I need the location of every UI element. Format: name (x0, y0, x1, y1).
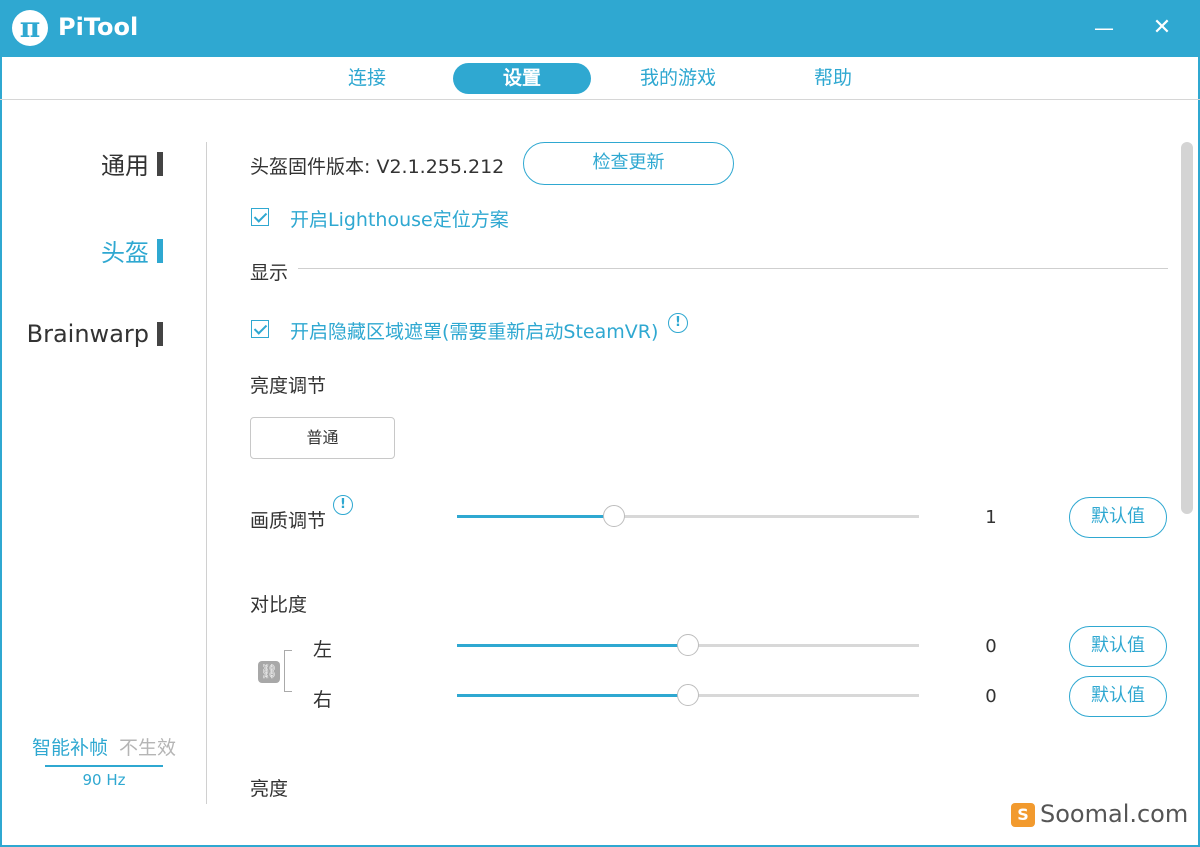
sidebar-item-general[interactable]: 通用 (101, 146, 163, 181)
minimize-button[interactable]: — (1084, 10, 1124, 46)
hidden-area-mask-checkbox[interactable] (251, 320, 269, 338)
frame-interp-label[interactable]: 智能补帧 (32, 733, 108, 760)
soomal-logo-icon: S (1011, 803, 1035, 827)
slider-thumb[interactable] (677, 684, 699, 706)
contrast-right-slider[interactable] (457, 684, 919, 706)
contrast-left-default-button[interactable]: 默认值 (1069, 626, 1167, 667)
contrast-right-default-button[interactable]: 默认值 (1069, 676, 1167, 717)
sidebar-marker (157, 151, 163, 176)
sidebar-item-brainwarp[interactable]: Brainwarp (27, 320, 163, 348)
sidebar-divider (206, 142, 207, 804)
lighthouse-checkbox[interactable] (251, 208, 269, 226)
contrast-right-value: 0 (985, 686, 997, 707)
info-icon[interactable]: ! (333, 495, 353, 515)
tab-connect[interactable]: 连接 (317, 63, 417, 94)
contrast-left-slider[interactable] (457, 634, 919, 656)
frame-interp-status: 不生效 (119, 737, 177, 759)
tab-my-games[interactable]: 我的游戏 (618, 63, 738, 94)
slider-fill (457, 694, 688, 697)
info-icon[interactable]: ! (668, 313, 688, 333)
sidebar-item-label: 头盔 (101, 239, 149, 267)
refresh-rate: 90 Hz (82, 771, 126, 789)
brightness-label: 亮度 (250, 778, 289, 800)
brightness-adjust-label: 亮度调节 (250, 375, 327, 397)
quality-value: 1 (985, 507, 997, 528)
slider-thumb[interactable] (603, 505, 626, 527)
sidebar-marker (157, 238, 163, 263)
quality-label: 画质调节 (250, 510, 327, 532)
hidden-area-mask-label[interactable]: 开启隐藏区域遮罩(需要重新启动SteamVR) (290, 317, 658, 344)
quality-slider[interactable] (457, 505, 919, 527)
frame-interp-underline (45, 765, 163, 767)
slider-fill (457, 515, 615, 518)
brightness-mode-select[interactable]: 普通 (250, 417, 395, 459)
quality-default-button[interactable]: 默认值 (1069, 497, 1167, 538)
link-bracket (284, 650, 292, 692)
sidebar-marker (157, 322, 163, 346)
firmware-version: 头盔固件版本: V2.1.255.212 (250, 156, 505, 178)
tab-bar: 连接 设置 我的游戏 帮助 (0, 57, 1200, 100)
sidebar-item-label: Brainwarp (26, 320, 149, 348)
title-bar: π PiTool — ✕ (0, 0, 1200, 57)
display-section-title: 显示 (250, 262, 289, 284)
slider-fill (457, 644, 688, 647)
tab-help[interactable]: 帮助 (783, 63, 883, 94)
check-update-button[interactable]: 检查更新 (523, 142, 734, 185)
contrast-right-label: 右 (313, 689, 333, 711)
close-button[interactable]: ✕ (1142, 10, 1182, 46)
pi-logo-icon: π (12, 10, 48, 46)
contrast-label: 对比度 (250, 594, 308, 616)
sidebar-item-label: 通用 (101, 152, 149, 180)
contrast-left-value: 0 (985, 636, 997, 657)
lighthouse-label[interactable]: 开启Lighthouse定位方案 (290, 205, 509, 232)
tab-settings[interactable]: 设置 (453, 63, 591, 94)
slider-thumb[interactable] (677, 634, 699, 656)
watermark-text: Soomal.com (1040, 800, 1189, 828)
contrast-left-label: 左 (313, 639, 333, 661)
link-icon[interactable]: ⛓ (258, 661, 280, 683)
scrollbar-thumb[interactable] (1181, 142, 1193, 514)
app-title: PiTool (58, 13, 139, 41)
sidebar-item-headset[interactable]: 头盔 (101, 233, 163, 268)
section-divider (298, 268, 1168, 269)
